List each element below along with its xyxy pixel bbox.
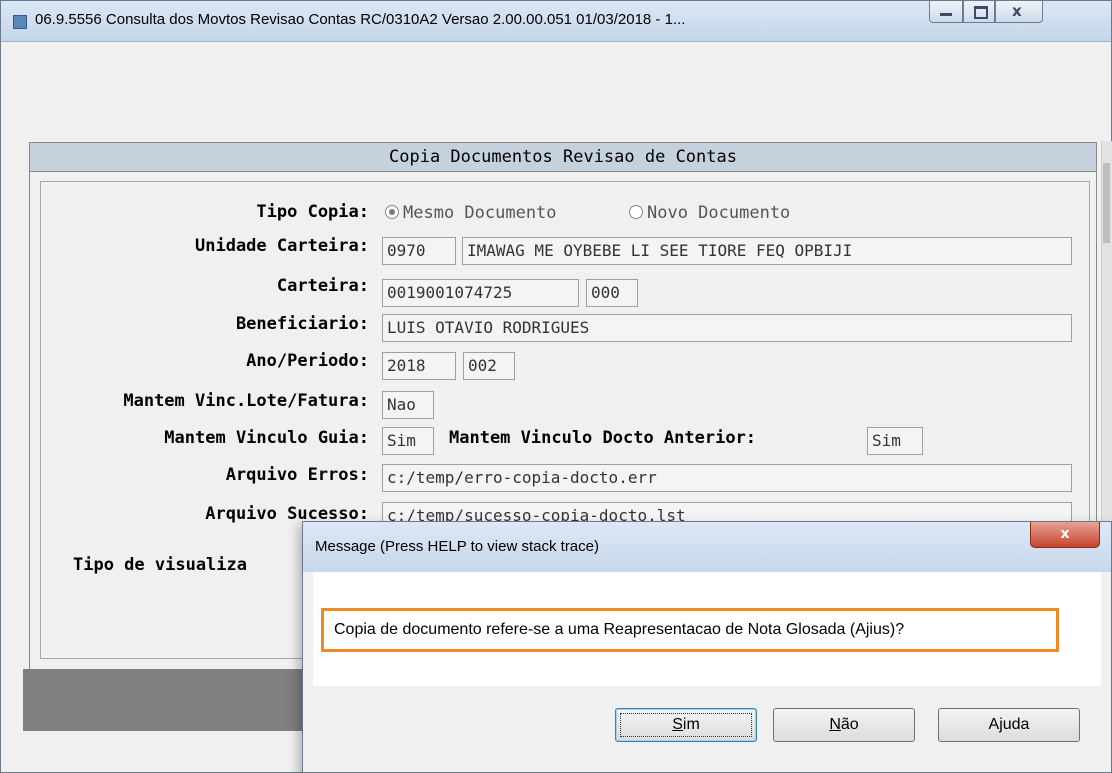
- tipo-visualiza-label: Tipo de visualiza: [73, 555, 247, 575]
- title-bar[interactable]: 06.9.5556 Consulta dos Movtos Revisao Co…: [1, 1, 1111, 42]
- maximize-button[interactable]: [963, 1, 995, 23]
- window-title: 06.9.5556 Consulta dos Movtos Revisao Co…: [35, 11, 686, 28]
- unidade-name-field[interactable]: IMAWAG ME OYBEBE LI SEE TIORE FEQ OPBIJI: [462, 237, 1072, 265]
- minimize-button[interactable]: [929, 1, 963, 23]
- dialog-message: Copia de documento refere-se a uma Reapr…: [321, 608, 1059, 652]
- radio-novo-documento[interactable]: Novo Documento: [629, 203, 790, 223]
- dialog-title-bar[interactable]: Message (Press HELP to view stack trace)…: [303, 522, 1111, 572]
- beneficiario-label: Beneficiario:: [235, 314, 369, 334]
- radio-novo-label: Novo Documento: [647, 203, 791, 223]
- dialog-title: Message (Press HELP to view stack trace): [315, 538, 599, 555]
- mantem-vinc-lote-label: Mantem Vinc.Lote/Fatura:: [123, 391, 369, 411]
- panel-header: Copia Documentos Revisao de Contas: [30, 143, 1096, 172]
- minimize-icon: [940, 13, 952, 16]
- carteira-suffix-field[interactable]: 000: [586, 279, 638, 307]
- mantem-vinc-lote-field[interactable]: Nao: [382, 391, 434, 419]
- radio-mesmo-label: Mesmo Documento: [403, 203, 557, 223]
- sim-button[interactable]: Sim: [615, 708, 757, 742]
- tipo-copia-label: Tipo Copia:: [256, 202, 369, 222]
- dialog-body: Copia de documento refere-se a uma Reapr…: [313, 572, 1101, 686]
- nao-button[interactable]: Não: [773, 708, 915, 742]
- ajuda-button[interactable]: Ajuda: [938, 708, 1080, 742]
- message-dialog: Message (Press HELP to view stack trace)…: [302, 521, 1112, 773]
- dialog-close-button[interactable]: x: [1030, 522, 1100, 548]
- radio-unselected-icon: [629, 205, 643, 219]
- mantem-vinculo-guia-field[interactable]: Sim: [382, 427, 434, 455]
- arquivo-erros-field[interactable]: c:/temp/erro-copia-docto.err: [382, 464, 1072, 492]
- beneficiario-field[interactable]: LUIS OTAVIO RODRIGUES: [382, 314, 1072, 342]
- unidade-carteira-label: Unidade Carteira:: [195, 236, 369, 256]
- nao-label-rest: ão: [840, 716, 859, 733]
- carteira-label: Carteira:: [276, 276, 369, 296]
- app-icon: [13, 15, 27, 29]
- radio-selected-icon: [385, 205, 399, 219]
- carteira-number-field[interactable]: 0019001074725: [382, 279, 579, 307]
- nao-accel: N: [829, 716, 841, 733]
- ano-field[interactable]: 2018: [382, 352, 456, 380]
- close-button[interactable]: x: [995, 1, 1043, 23]
- scrollbar-thumb[interactable]: [1103, 163, 1110, 243]
- mantem-vinculo-docto-label: Mantem Vinculo Docto Anterior:: [449, 428, 757, 448]
- periodo-field[interactable]: 002: [463, 352, 515, 380]
- focus-ring: [620, 713, 752, 737]
- unidade-code-field[interactable]: 0970: [382, 237, 456, 265]
- mantem-vinculo-docto-field[interactable]: Sim: [867, 427, 923, 455]
- radio-mesmo-documento[interactable]: Mesmo Documento: [385, 203, 557, 223]
- ano-periodo-label: Ano/Periodo:: [246, 351, 369, 371]
- close-icon: x: [1060, 526, 1070, 542]
- maximize-icon: [974, 6, 988, 19]
- close-icon: x: [1012, 2, 1022, 20]
- arquivo-erros-label: Arquivo Erros:: [225, 465, 369, 485]
- mantem-vinculo-guia-label: Mantem Vinculo Guia:: [164, 428, 369, 448]
